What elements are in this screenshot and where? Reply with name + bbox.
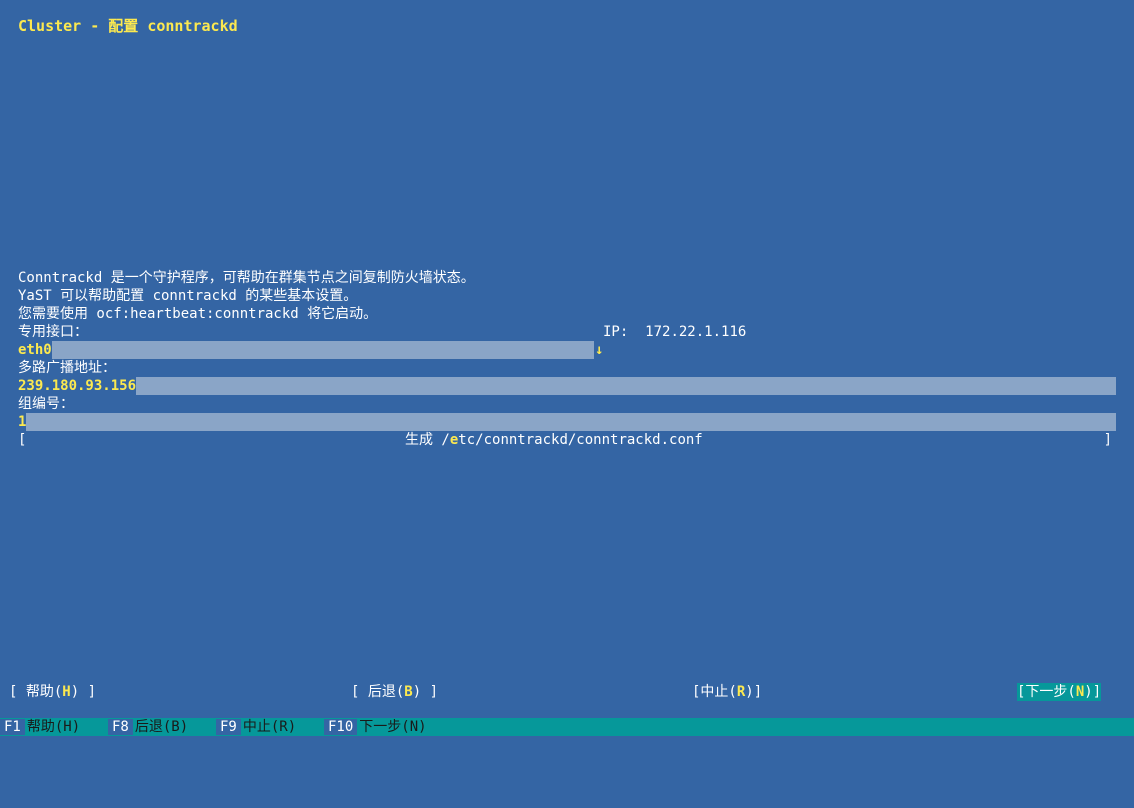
fkey-back[interactable]: F8 后退(B) [108, 718, 188, 736]
description-line-2: YaST 可以帮助配置 conntrackd 的某些基本设置。 [18, 288, 358, 304]
fkey-abort-key: F9 [216, 719, 241, 735]
abort-button-pre: [中止( [692, 684, 737, 700]
interface-value: eth0 [18, 341, 52, 359]
help-button-post: ) ] [70, 684, 97, 700]
interface-combobox[interactable]: eth0 [18, 341, 594, 359]
fkey-help[interactable]: F1 帮助(H) [0, 718, 80, 736]
back-button-pre: [ 后退( [351, 684, 405, 700]
fkey-back-label: 后退(B) [134, 719, 189, 735]
group-value: 1 [18, 413, 27, 431]
fkey-help-label: 帮助(H) [26, 719, 81, 735]
help-button[interactable]: [ 帮助(H) ] [9, 683, 96, 701]
next-button-pre: [下一步( [1017, 684, 1076, 700]
dropdown-arrow-icon[interactable]: ↓ [595, 341, 603, 359]
multicast-value: 239.180.93.156 [18, 377, 137, 395]
function-key-bar: F1 帮助(H) F8 后退(B) F9 中止(R) F10 下一步(N) [0, 718, 1134, 736]
fkey-next[interactable]: F10 下一步(N) [324, 718, 427, 736]
multicast-label: 多路广播地址： [18, 360, 116, 376]
group-label: 组编号： [18, 396, 74, 412]
generate-prefix: 生成 / [405, 432, 450, 448]
generate-suffix: tc/conntrackd/conntrackd.conf [458, 432, 703, 448]
generate-button-left-bracket: [ [18, 432, 27, 448]
fkey-abort-label: 中止(R) [242, 719, 297, 735]
window-title: Cluster - 配置 conntrackd [18, 17, 238, 35]
multicast-input[interactable]: 239.180.93.156 [18, 377, 1116, 395]
generate-button-label: 生成 /etc/conntrackd/conntrackd.conf [405, 431, 703, 449]
help-button-pre: [ 帮助( [9, 684, 63, 700]
back-button-post: ) ] [412, 684, 439, 700]
ip-value: 172.22.1.116 [645, 324, 747, 340]
fkey-back-key: F8 [108, 719, 133, 735]
next-button[interactable]: [下一步(N)] [1017, 683, 1102, 701]
group-input[interactable]: 1 [18, 413, 1116, 431]
generate-button-right-bracket: ] [1103, 432, 1112, 448]
description-line-1: Conntrackd 是一个守护程序，可帮助在群集节点之间复制防火墙状态。 [18, 270, 475, 286]
fkey-next-label: 下一步(N) [359, 719, 427, 735]
fkey-help-key: F1 [0, 719, 25, 735]
back-button[interactable]: [ 后退(B) ] [351, 683, 438, 701]
next-button-post: )] [1084, 684, 1102, 700]
description-line-3: 您需要使用 ocf:heartbeat:conntrackd 将它启动。 [18, 306, 378, 322]
ip-label: IP: [603, 324, 629, 340]
abort-button[interactable]: [中止(R)] [692, 683, 762, 701]
generate-conf-button[interactable]: [ 生成 /etc/conntrackd/conntrackd.conf ] [18, 431, 1112, 449]
interface-label: 专用接口： [18, 324, 88, 340]
help-button-hotkey: H [62, 684, 71, 700]
ip-display: IP: 172.22.1.116 [603, 323, 746, 341]
fkey-next-key: F10 [324, 719, 358, 735]
abort-button-post: )] [745, 684, 763, 700]
back-button-hotkey: B [404, 684, 413, 700]
fkey-abort[interactable]: F9 中止(R) [216, 718, 296, 736]
